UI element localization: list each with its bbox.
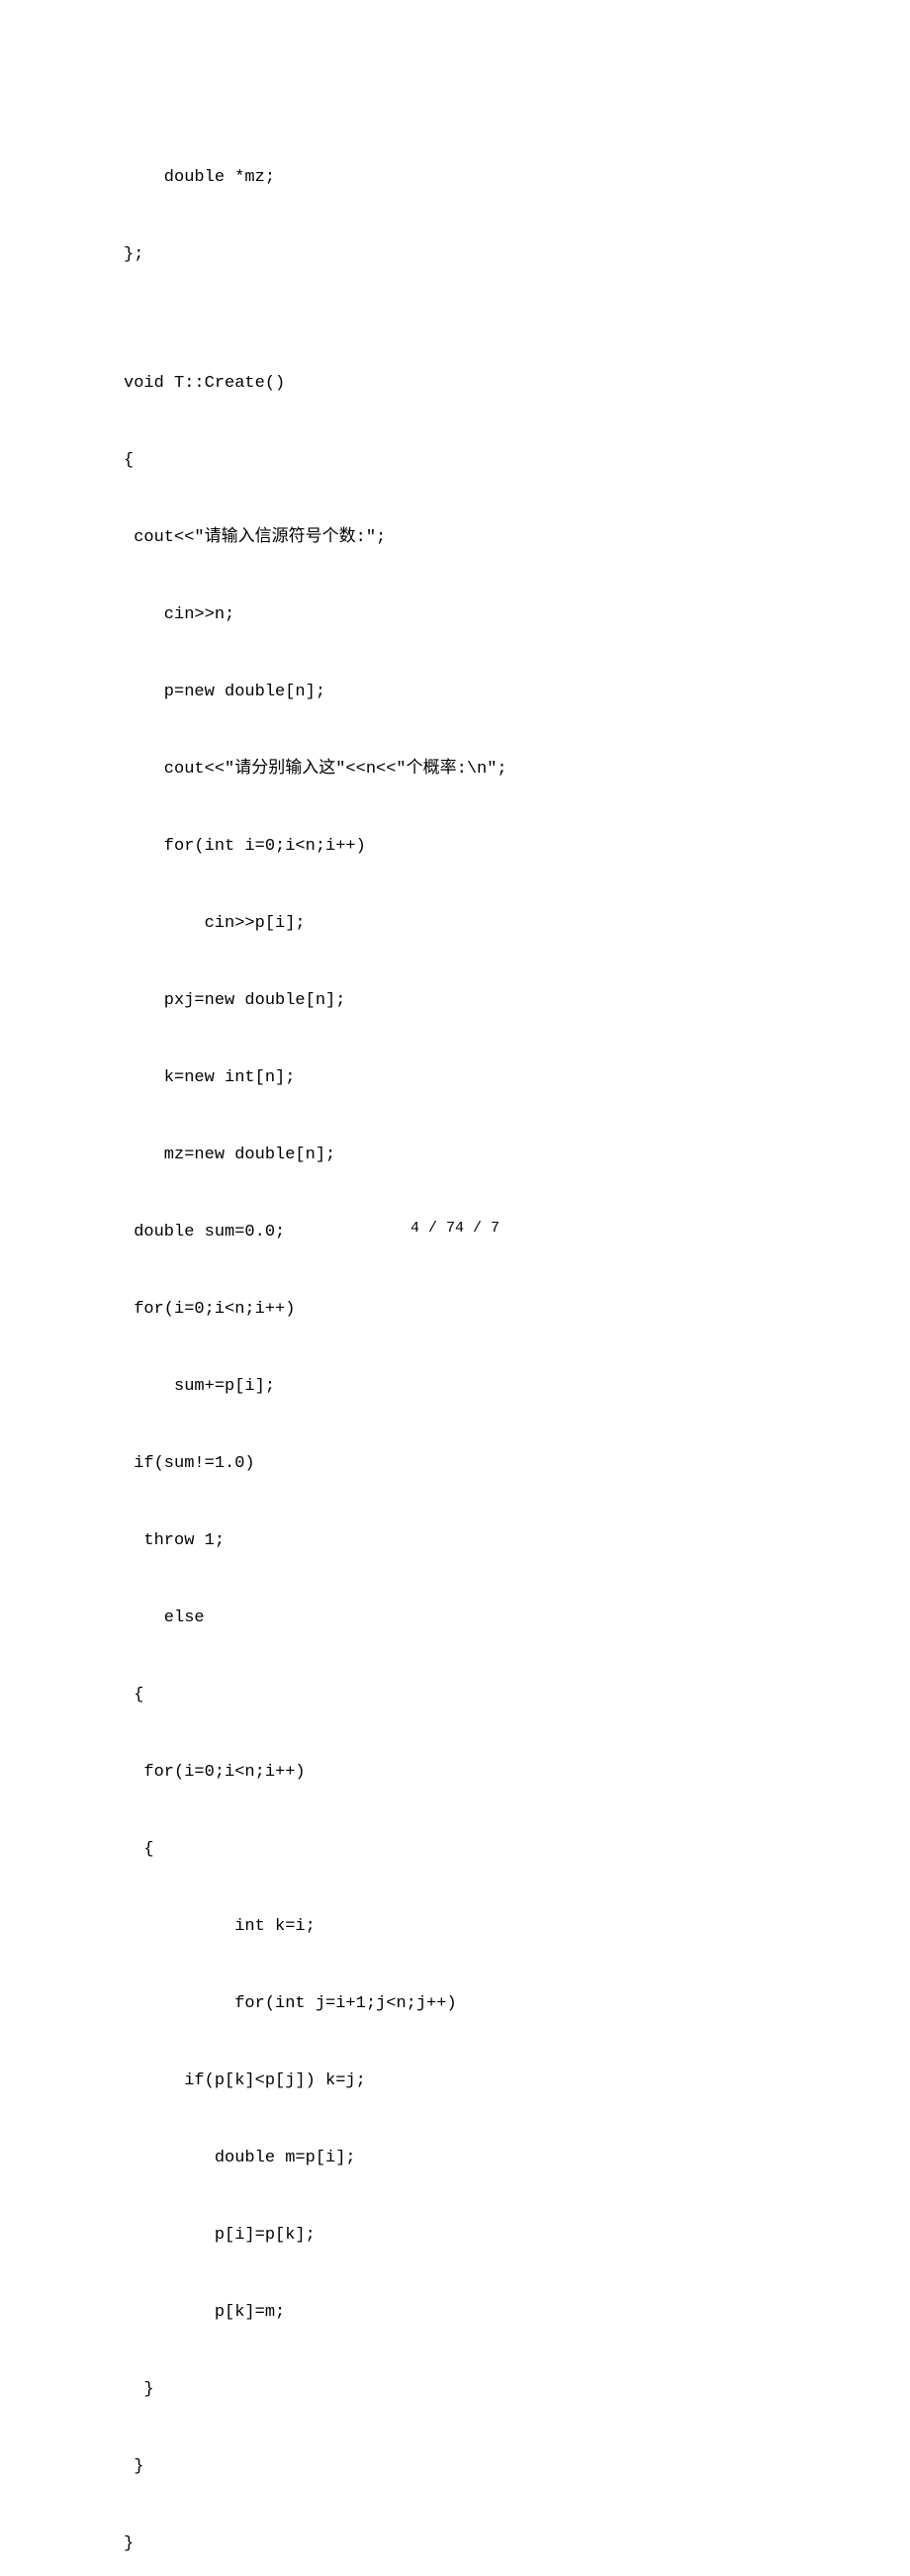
code-line: double *mz; [124,165,786,191]
code-line: mz=new double[n]; [124,1143,786,1168]
code-line: int k=i; [124,1914,786,1940]
code-line: throw 1; [124,1528,786,1554]
code-line: cin>>p[i]; [124,911,786,937]
code-line: } [124,2454,786,2480]
code-line: }; [124,242,786,268]
code-line: p=new double[n]; [124,680,786,705]
code-line: void T::Create() [124,371,786,397]
code-line: p[i]=p[k]; [124,2223,786,2249]
code-line: { [124,1683,786,1708]
page-footer: 4 / 74 / 7 [0,1220,910,1237]
code-line: } [124,2377,786,2403]
code-line: for(int i=0;i<n;i++) [124,834,786,860]
code-line: for(int j=i+1;j<n;j++) [124,1991,786,2017]
code-line: else [124,1606,786,1631]
code-line: p[k]=m; [124,2300,786,2326]
code-line: { [124,448,786,474]
code-block: double *mz; }; void T::Create() { cout<<… [124,114,786,2576]
code-line: cout<<"请分别输入这"<<n<<"个概率:\n"; [124,757,786,782]
code-line: if(p[k]<p[j]) k=j; [124,2069,786,2094]
code-line: double m=p[i]; [124,2146,786,2171]
page-number: 4 / 74 / 7 [410,1220,500,1237]
code-line: for(i=0;i<n;i++) [124,1760,786,1786]
code-line: cout<<"请输入信源符号个数:"; [124,525,786,551]
code-line: pxj=new double[n]; [124,988,786,1014]
code-line: if(sum!=1.0) [124,1451,786,1477]
code-line: cin>>n; [124,602,786,628]
code-line: sum+=p[i]; [124,1374,786,1400]
code-line: } [124,2531,786,2557]
code-line: { [124,1837,786,1863]
code-line: for(i=0;i<n;i++) [124,1297,786,1323]
code-line: k=new int[n]; [124,1065,786,1091]
